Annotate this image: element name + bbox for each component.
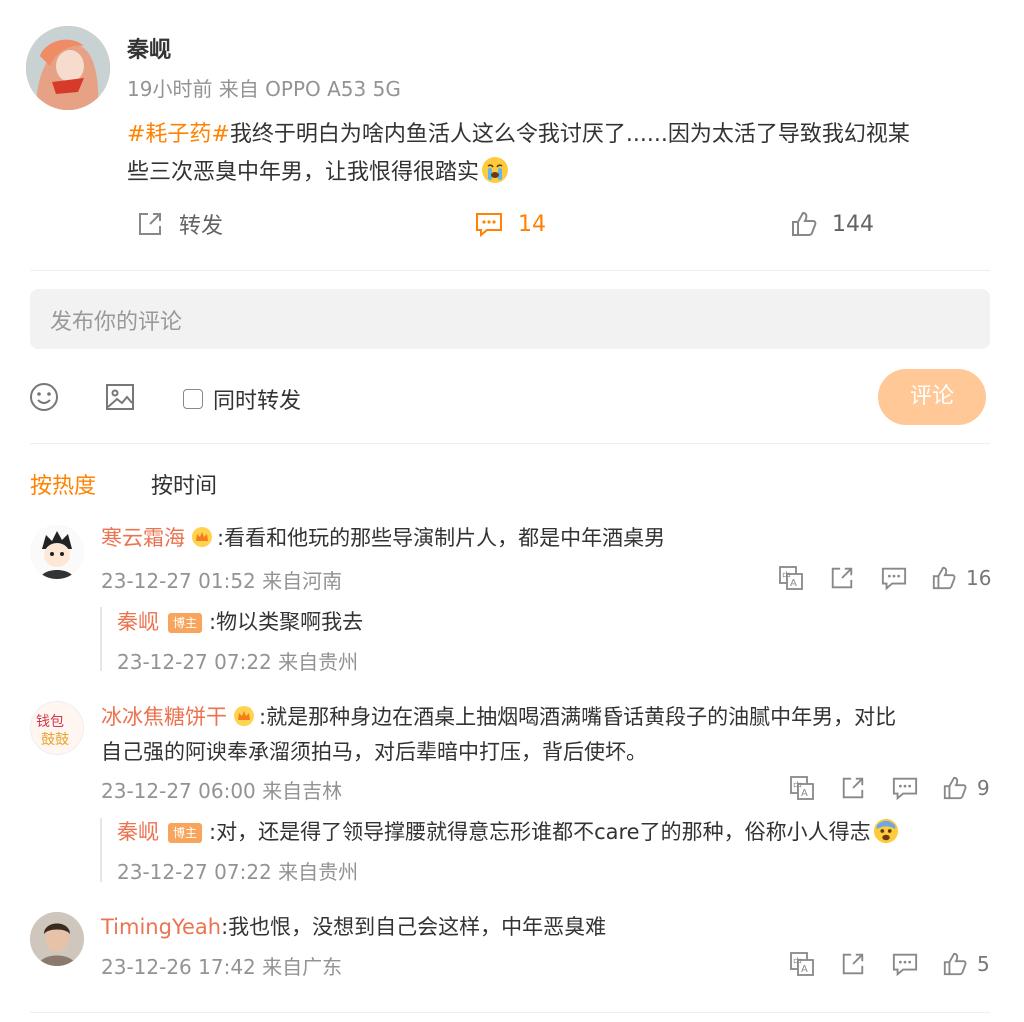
post-text-line1: 我终于明白为啥内鱼活人这么令我讨厌了......因为太活了导致我幻视某 [229, 122, 910, 147]
comment-avatar[interactable] [30, 525, 84, 579]
share-icon[interactable] [840, 775, 866, 801]
svg-text:A: A [801, 788, 808, 799]
repost-checkbox[interactable]: 同时转发 [183, 383, 301, 415]
submit-comment-button[interactable]: 评论 [878, 369, 986, 425]
repost-label: 转发 [179, 214, 224, 239]
comment-text-line1: :就是那种身边在酒桌上抽烟喝酒满嘴昏话黄段子的油腻中年男，对比 [259, 705, 897, 729]
svg-text:钱包: 钱包 [36, 714, 64, 730]
post-author-avatar[interactable] [26, 26, 110, 110]
svg-text:鼓鼓: 鼓鼓 [41, 732, 69, 748]
svg-text:A: A [790, 578, 797, 589]
divider [30, 1012, 990, 1013]
like-count: 144 [832, 211, 874, 237]
comment-like-button[interactable]: 16 [931, 565, 991, 591]
share-icon[interactable] [829, 565, 855, 591]
comment-avatar[interactable] [30, 912, 84, 966]
comment-username[interactable]: 寒云霜海 [101, 526, 185, 550]
reply-indicator [100, 607, 102, 671]
thumbs-up-icon [931, 565, 957, 591]
divider [30, 443, 990, 444]
comment-input-placeholder: 发布你的评论 [50, 310, 183, 335]
comment-meta: 23-12-27 06:00 来自吉林 [101, 779, 343, 803]
comment-like-count: 9 [977, 776, 990, 800]
post-author-name[interactable]: 秦岘 [127, 36, 171, 66]
tab-sort-time[interactable]: 按时间 [151, 468, 217, 500]
tab-sort-hot[interactable]: 按热度 [30, 468, 96, 500]
reply-username[interactable]: 秦岘 [117, 820, 159, 844]
reply-body: 秦岘 [117, 815, 159, 850]
thumbs-up-icon [942, 775, 968, 801]
comment-body: 寒云霜海 :看看和他玩的那些导演制片人，都是中年酒桌男 [101, 521, 665, 556]
share-icon[interactable] [840, 951, 866, 977]
submit-label: 评论 [909, 384, 954, 409]
translate-icon[interactable]: 中A [778, 565, 804, 591]
author-badge: 博主 [168, 823, 203, 843]
comment-icon[interactable] [880, 565, 908, 591]
comment-text: :看看和他玩的那些导演制片人，都是中年酒桌男 [217, 526, 666, 550]
svg-text:A: A [801, 964, 808, 975]
comment-text: :我也恨，没想到自己会这样，中年恶臭难 [221, 915, 607, 939]
post-text: #耗子药#我终于明白为啥内鱼活人这么令我讨厌了......因为太活了导致我幻视某… [127, 116, 997, 192]
comment-like-count: 5 [977, 952, 990, 976]
comment-icon [474, 210, 504, 238]
crying-emoji-icon [481, 156, 509, 184]
share-icon [136, 210, 164, 238]
comment-meta: 23-12-27 01:52 来自河南 [101, 569, 343, 593]
crown-badge-icon [233, 703, 255, 726]
like-button[interactable]: 144 [790, 208, 874, 240]
comment-body: 冰冰焦糖饼干 :就是那种身边在酒桌上抽烟喝酒满嘴昏话黄段子的油腻中年男，对比 自… [101, 700, 981, 770]
comment-button[interactable]: 14 [474, 208, 546, 240]
reply-indicator [100, 818, 102, 882]
post-meta: 19小时前 来自 OPPO A53 5G [127, 77, 401, 101]
comment-like-button[interactable]: 5 [942, 951, 990, 977]
comment-icon[interactable] [891, 951, 919, 977]
fearful-emoji-icon [873, 818, 899, 844]
reply-text: :物以类聚啊我去 [209, 610, 364, 634]
comment-username[interactable]: 冰冰焦糖饼干 [101, 705, 227, 729]
reply-meta: 23-12-27 07:22 来自贵州 [117, 650, 359, 674]
repost-button[interactable]: 转发 [136, 208, 223, 240]
author-badge: 博主 [168, 613, 203, 633]
comment-username[interactable]: TimingYeah [101, 915, 221, 939]
reply-username[interactable]: 秦岘 [117, 610, 159, 634]
translate-icon[interactable]: 中A [789, 775, 815, 801]
post-text-line2: 些三次恶臭中年男，让我恨得很踏实 [127, 160, 480, 185]
emoji-icon[interactable] [28, 381, 60, 413]
reply-text-wrap: :对，还是得了领导撑腰就得意忘形谁都不care了的那种，俗称小人得志 [209, 815, 899, 850]
reply-text: :对，还是得了领导撑腰就得意忘形谁都不care了的那种，俗称小人得志 [209, 820, 871, 844]
comment-count: 14 [518, 211, 546, 237]
comment-text-line2: 自己强的阿谀奉承溜须拍马，对后辈暗中打压，背后使坏。 [101, 740, 647, 764]
hashtag-link[interactable]: #耗子药# [127, 122, 230, 147]
checkbox-box[interactable] [183, 389, 203, 409]
comment-meta: 23-12-26 17:42 来自广东 [101, 955, 343, 979]
thumbs-up-icon [790, 210, 818, 238]
comment-like-button[interactable]: 9 [942, 775, 990, 801]
thumbs-up-icon [942, 951, 968, 977]
reply-meta: 23-12-27 07:22 来自贵州 [117, 860, 359, 884]
comment-input[interactable]: 发布你的评论 [30, 289, 990, 349]
translate-icon[interactable]: 中A [789, 951, 815, 977]
divider [30, 270, 990, 271]
crown-badge-icon [191, 524, 213, 547]
comment-like-count: 16 [966, 566, 992, 590]
comment-avatar[interactable]: 钱包鼓鼓 [30, 701, 84, 755]
repost-checkbox-label: 同时转发 [213, 389, 302, 414]
comment-icon[interactable] [891, 775, 919, 801]
image-icon[interactable] [104, 381, 136, 413]
reply-body: 秦岘 [117, 605, 159, 640]
comment-body: TimingYeah:我也恨，没想到自己会这样，中年恶臭难 [101, 910, 606, 945]
